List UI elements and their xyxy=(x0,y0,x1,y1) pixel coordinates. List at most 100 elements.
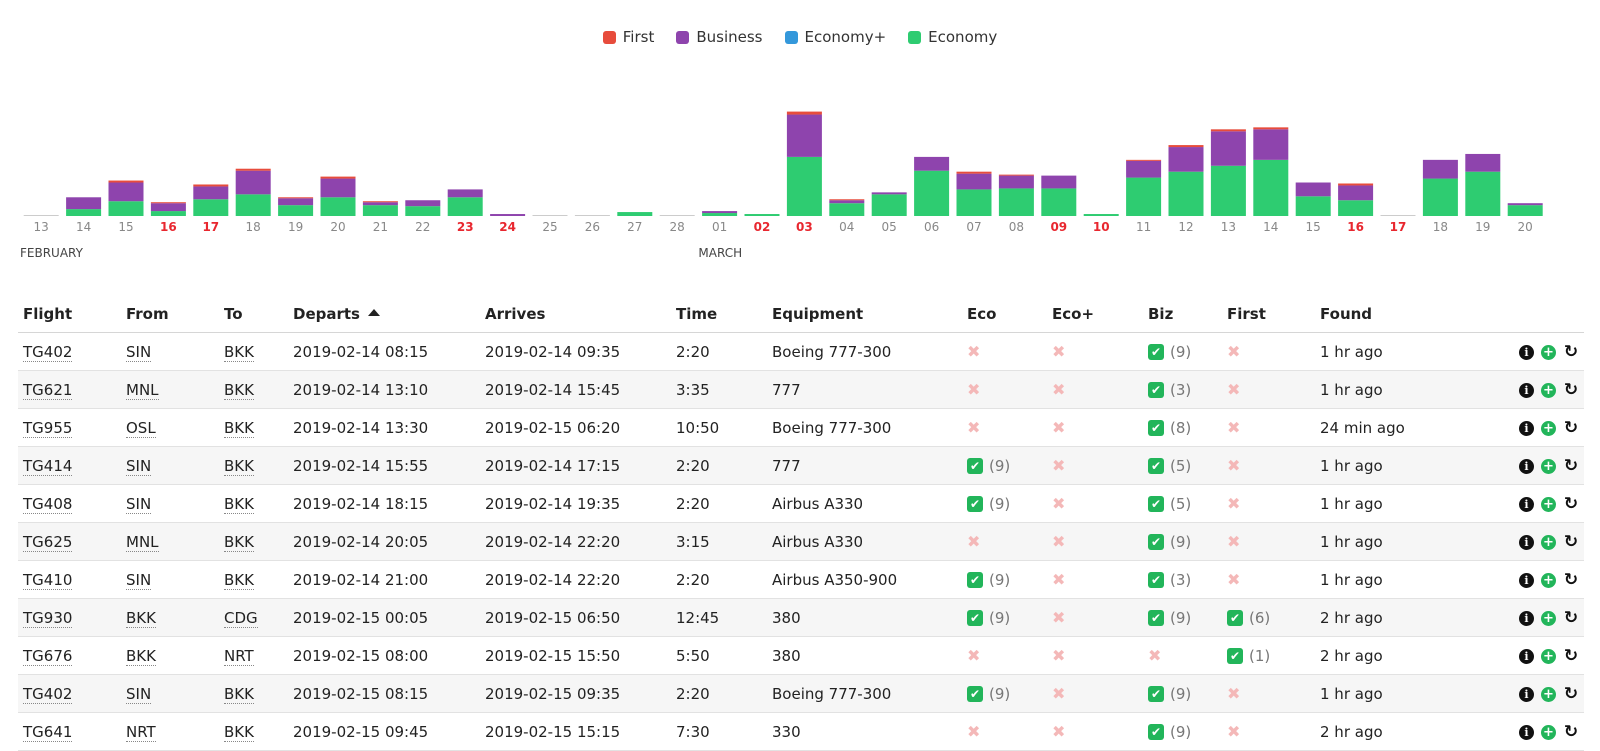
check-icon[interactable]: ✔ xyxy=(967,686,983,702)
bar-economy[interactable] xyxy=(1295,196,1331,216)
bar-economy[interactable] xyxy=(871,194,907,216)
info-icon[interactable]: i xyxy=(1519,648,1534,664)
to-value[interactable]: BKK xyxy=(224,494,254,514)
refresh-icon[interactable]: ↻ xyxy=(1563,723,1579,740)
refresh-icon[interactable]: ↻ xyxy=(1563,647,1579,664)
bar-first[interactable] xyxy=(1168,145,1204,148)
from-value[interactable]: BKK xyxy=(126,608,156,628)
bar-first[interactable] xyxy=(362,201,398,203)
add-icon[interactable]: + xyxy=(1541,420,1556,436)
flight-value[interactable]: TG410 xyxy=(23,570,73,590)
bar-business[interactable] xyxy=(1422,159,1458,179)
header-departs[interactable]: Departs xyxy=(288,295,480,333)
header-ecoplus[interactable]: Eco+ xyxy=(1047,295,1143,333)
info-icon[interactable]: i xyxy=(1519,724,1534,740)
info-icon[interactable]: i xyxy=(1519,610,1534,626)
info-icon[interactable]: i xyxy=(1519,496,1534,512)
flight-value[interactable]: TG408 xyxy=(23,494,73,514)
from-value[interactable]: SIN xyxy=(126,456,152,476)
add-icon[interactable]: + xyxy=(1541,496,1556,512)
bar-economy[interactable] xyxy=(66,209,102,216)
info-icon[interactable]: i xyxy=(1519,382,1534,398)
header-arrives[interactable]: Arrives xyxy=(480,295,671,333)
bar-business[interactable] xyxy=(1338,185,1374,201)
flight-value[interactable]: TG414 xyxy=(23,456,73,476)
info-icon[interactable]: i xyxy=(1519,534,1534,550)
header-time[interactable]: Time xyxy=(671,295,767,333)
to-value[interactable]: BKK xyxy=(224,380,254,400)
add-icon[interactable]: + xyxy=(1541,610,1556,626)
bar-economy[interactable] xyxy=(998,188,1034,216)
bar-economy[interactable] xyxy=(956,189,992,216)
flight-value[interactable]: TG621 xyxy=(23,380,73,400)
check-icon[interactable]: ✔ xyxy=(1148,496,1164,512)
header-to[interactable]: To xyxy=(219,295,288,333)
check-icon[interactable]: ✔ xyxy=(1227,648,1243,664)
bar-business[interactable] xyxy=(871,192,907,195)
to-value[interactable]: BKK xyxy=(224,342,254,362)
add-icon[interactable]: + xyxy=(1541,344,1556,360)
flight-value[interactable]: TG676 xyxy=(23,646,73,666)
bar-economy[interactable] xyxy=(1126,177,1162,216)
bar-business[interactable] xyxy=(1507,203,1543,206)
bar-economy[interactable] xyxy=(1422,178,1458,216)
bar-economy[interactable] xyxy=(193,199,229,216)
info-icon[interactable]: i xyxy=(1519,458,1534,474)
check-icon[interactable]: ✔ xyxy=(1148,458,1164,474)
bar-first[interactable] xyxy=(956,171,992,174)
bar-economy[interactable] xyxy=(1465,171,1501,216)
bar-first[interactable] xyxy=(320,176,356,179)
refresh-icon[interactable]: ↻ xyxy=(1563,457,1579,474)
info-icon[interactable]: i xyxy=(1519,420,1534,436)
table-row[interactable]: TG625 MNL BKK 2019-02-14 20:05 2019-02-14 22… xyxy=(18,522,1584,561)
check-icon[interactable]: ✔ xyxy=(1148,534,1164,550)
bar-business[interactable] xyxy=(193,186,229,200)
header-biz[interactable]: Biz xyxy=(1143,295,1222,333)
from-value[interactable]: SIN xyxy=(126,684,152,704)
add-icon[interactable]: + xyxy=(1541,572,1556,588)
table-row[interactable]: TG402 SIN BKK 2019-02-15 08:15 2019-02-15 09… xyxy=(18,674,1584,713)
to-value[interactable]: NRT xyxy=(224,646,254,666)
bar-business[interactable] xyxy=(1126,160,1162,178)
check-icon[interactable]: ✔ xyxy=(967,610,983,626)
check-icon[interactable]: ✔ xyxy=(1148,610,1164,626)
bar-business[interactable] xyxy=(998,175,1034,189)
table-row[interactable]: TG930 BKK CDG 2019-02-15 00:05 2019-02-15 06… xyxy=(18,598,1584,637)
check-icon[interactable]: ✔ xyxy=(1148,724,1164,740)
header-first[interactable]: First xyxy=(1222,295,1315,333)
bar-economy[interactable] xyxy=(108,201,144,216)
table-row[interactable]: TG410 SIN BKK 2019-02-14 21:00 2019-02-14 22… xyxy=(18,560,1584,599)
bar-first[interactable] xyxy=(786,111,822,115)
to-value[interactable]: CDG xyxy=(224,608,258,628)
bar-economy[interactable] xyxy=(1083,214,1119,216)
check-icon[interactable]: ✔ xyxy=(1148,344,1164,360)
header-eco[interactable]: Eco xyxy=(962,295,1047,333)
to-value[interactable]: BKK xyxy=(224,570,254,590)
add-icon[interactable]: + xyxy=(1541,724,1556,740)
bar-economy[interactable] xyxy=(1253,159,1289,216)
to-value[interactable]: BKK xyxy=(224,722,254,742)
flight-value[interactable]: TG641 xyxy=(23,722,73,742)
add-icon[interactable]: + xyxy=(1541,458,1556,474)
bar-economy[interactable] xyxy=(320,197,356,216)
from-value[interactable]: SIN xyxy=(126,570,152,590)
to-value[interactable]: BKK xyxy=(224,456,254,476)
to-value[interactable]: BKK xyxy=(224,532,254,552)
bar-business[interactable] xyxy=(235,170,271,195)
bar-business[interactable] xyxy=(447,189,483,198)
refresh-icon[interactable]: ↻ xyxy=(1563,571,1579,588)
table-row[interactable]: TG414 SIN BKK 2019-02-14 15:55 2019-02-14 17… xyxy=(18,446,1584,485)
bar-first[interactable] xyxy=(150,202,186,204)
to-value[interactable]: BKK xyxy=(224,418,254,438)
table-row[interactable]: TG641 NRT BKK 2019-02-15 09:45 2019-02-15 15… xyxy=(18,712,1584,751)
bar-business[interactable] xyxy=(1465,153,1501,172)
refresh-icon[interactable]: ↻ xyxy=(1563,533,1579,550)
refresh-icon[interactable]: ↻ xyxy=(1563,685,1579,702)
flight-value[interactable]: TG955 xyxy=(23,418,73,438)
bar-business[interactable] xyxy=(829,200,865,204)
bar-business[interactable] xyxy=(405,200,441,207)
bar-economy[interactable] xyxy=(1507,205,1543,216)
flight-value[interactable]: TG402 xyxy=(23,684,73,704)
bar-first[interactable] xyxy=(235,168,271,171)
flight-value[interactable]: TG930 xyxy=(23,608,73,628)
